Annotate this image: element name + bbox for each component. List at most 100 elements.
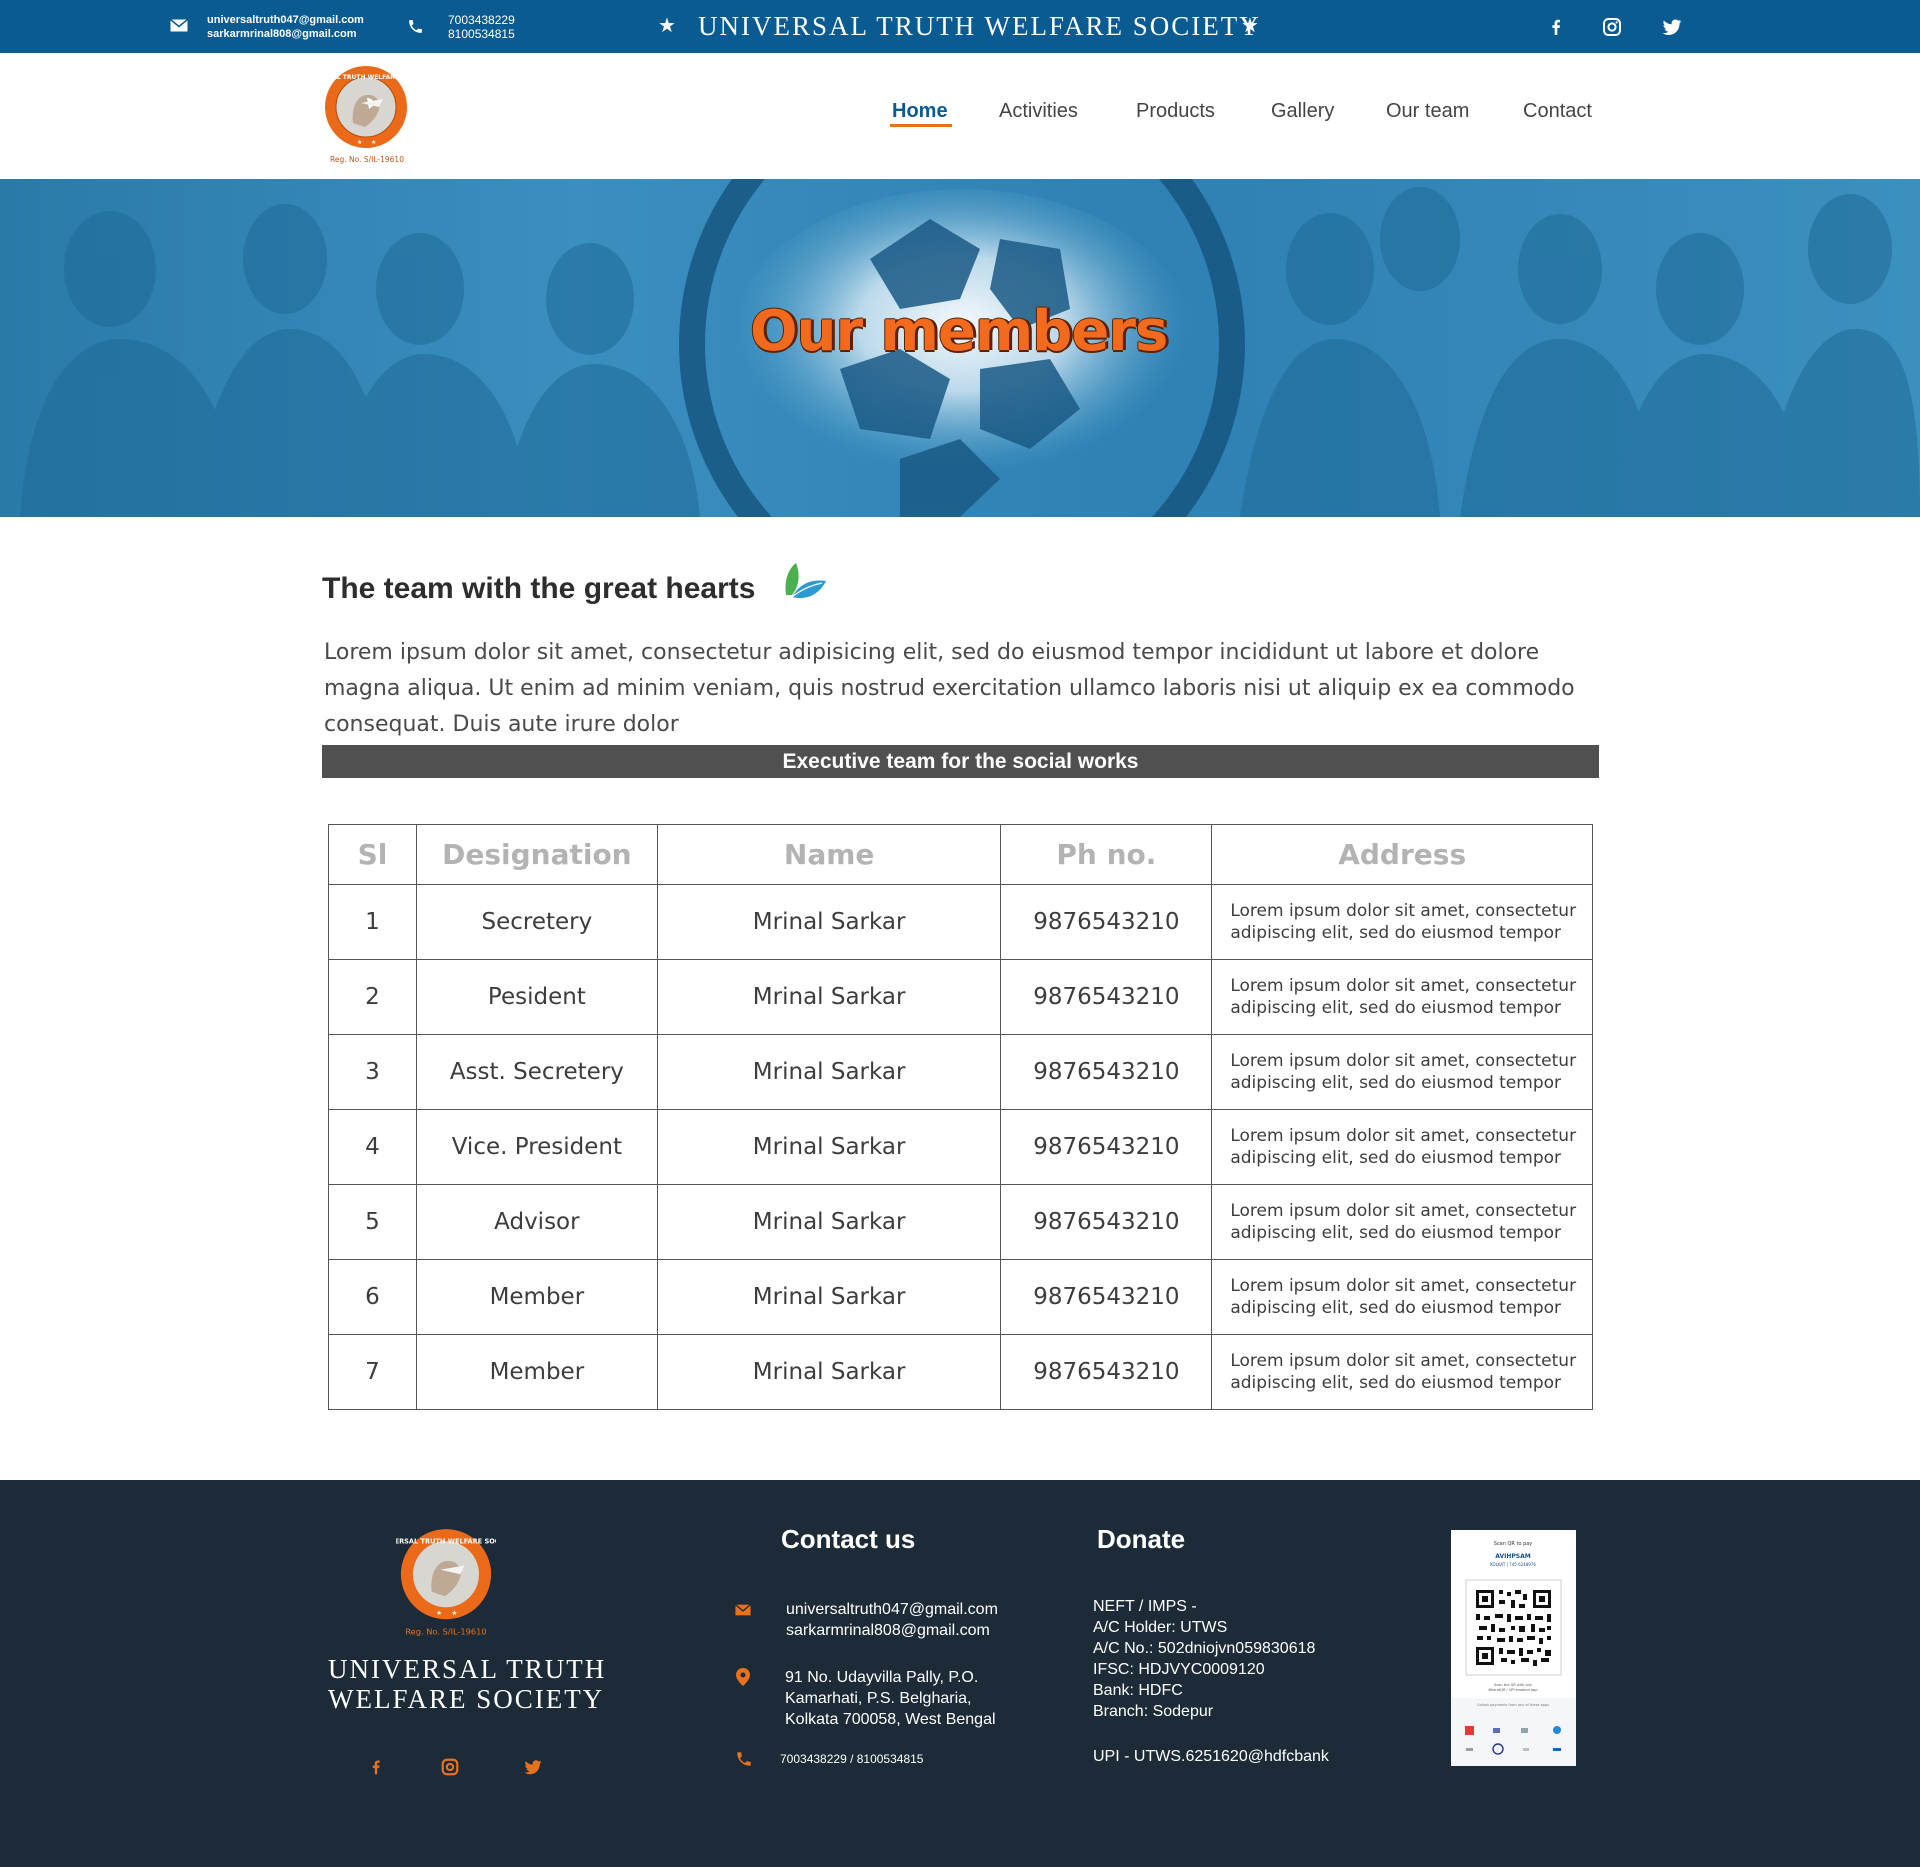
site-footer: UNIVERSAL TRUTH WELFARE SOCIETY ★ ★ Reg.… xyxy=(0,1480,1920,1867)
footer-instagram-icon[interactable] xyxy=(440,1757,460,1777)
cell-designation: Asst. Secretery xyxy=(415,1034,658,1110)
cell-sl: 1 xyxy=(328,884,417,960)
cell-address: Lorem ipsum dolor sit amet, consectetur … xyxy=(1211,884,1593,960)
instagram-icon[interactable] xyxy=(1601,16,1623,38)
star-icon: ★ xyxy=(1241,15,1259,37)
topbar-phone-1[interactable]: 7003438229 xyxy=(448,13,515,27)
cell-phone: 9876543210 xyxy=(1000,959,1213,1035)
topbar-email-2[interactable]: sarkarmrinal808@gmail.com xyxy=(207,27,364,41)
address-line-3: Kolkata 700058, West Bengal xyxy=(785,1711,996,1728)
nav-our-team[interactable]: Our team xyxy=(1386,100,1469,123)
footer-org-line-2: WELFARE SOCIETY xyxy=(328,1684,605,1714)
qr-hint-line-2: BharatQR / UPI enabled app xyxy=(1489,1688,1539,1692)
qr-payee: AVIHPSAM xyxy=(1495,1553,1530,1560)
header-address: Address xyxy=(1211,824,1593,885)
nav-home[interactable]: Home xyxy=(892,100,948,123)
bank-line: A/C Holder: UTWS xyxy=(1093,1619,1228,1636)
address-line-2: Kamarhati, P.S. Belgharia, xyxy=(785,1690,972,1707)
topbar-phone-2[interactable]: 8100534815 xyxy=(448,27,515,41)
logo-reg-number: Reg. No. S/IL-19610 xyxy=(330,155,404,164)
cell-address: Lorem ipsum dolor sit amet, consectetur … xyxy=(1211,1259,1593,1335)
cell-name: Mrinal Sarkar xyxy=(656,884,1002,960)
leaf-icon xyxy=(785,563,826,599)
table-row: 1 Secretery Mrinal Sarkar 9876543210 Lor… xyxy=(328,884,1593,960)
bank-line: Bank: HDFC xyxy=(1093,1682,1183,1699)
nav-products[interactable]: Products xyxy=(1136,100,1215,123)
cell-name: Mrinal Sarkar xyxy=(656,1109,1002,1185)
footer-phones[interactable]: 7003438229 / 8100534815 xyxy=(780,1752,923,1766)
email-icon xyxy=(170,19,188,32)
upi-id[interactable]: UPI - UTWS.6251620@hdfcbank xyxy=(1093,1746,1329,1767)
footer-contact-heading: Contact us xyxy=(781,1524,916,1554)
site-title: UNIVERSAL TRUTH WELFARE SOCIETY xyxy=(698,11,1261,41)
cell-phone: 9876543210 xyxy=(1000,1184,1213,1260)
footer-emails[interactable]: universaltruth047@gmail.com sarkarmrinal… xyxy=(786,1599,998,1641)
footer-email-1[interactable]: universaltruth047@gmail.com xyxy=(786,1599,998,1620)
cell-address: Lorem ipsum dolor sit amet, consectetur … xyxy=(1211,1034,1593,1110)
qr-scan-label: Scan QR to pay xyxy=(1494,1541,1533,1547)
topbar-emails[interactable]: universaltruth047@gmail.com sarkarmrinal… xyxy=(207,13,364,41)
footer-phone-icon xyxy=(737,1752,751,1766)
cell-name: Mrinal Sarkar xyxy=(656,1184,1002,1260)
footer-email-icon xyxy=(735,1604,751,1616)
cell-sl: 3 xyxy=(328,1034,417,1110)
cell-phone: 9876543210 xyxy=(1000,1334,1213,1410)
nav-active-underline xyxy=(890,124,952,127)
cell-designation: Pesident xyxy=(415,959,658,1035)
table-row: 5 Advisor Mrinal Sarkar 9876543210 Lorem… xyxy=(328,1184,1593,1260)
cell-name: Mrinal Sarkar xyxy=(656,1334,1002,1410)
cell-phone: 9876543210 xyxy=(1000,1034,1213,1110)
topbar-email-1[interactable]: universaltruth047@gmail.com xyxy=(207,13,364,27)
nav-activities[interactable]: Activities xyxy=(999,100,1078,123)
bank-line: Branch: Sodepur xyxy=(1093,1703,1214,1720)
location-pin-icon xyxy=(736,1668,750,1686)
main-navbar: UNIVERSAL TRUTH WELFARE SOCIETY ★ ★ Reg.… xyxy=(0,53,1920,179)
executive-team-heading: Executive team for the social works xyxy=(322,745,1599,778)
footer-logo[interactable]: UNIVERSAL TRUTH WELFARE SOCIETY ★ ★ Reg.… xyxy=(396,1528,496,1638)
cell-address: Lorem ipsum dolor sit amet, consectetur … xyxy=(1211,1109,1593,1185)
table-row: 2 Pesident Mrinal Sarkar 9876543210 Lore… xyxy=(328,959,1593,1035)
footer-logo-ring-text: UNIVERSAL TRUTH WELFARE SOCIETY xyxy=(396,1537,496,1545)
footer-org-name: UNIVERSAL TRUTH WELFARE SOCIETY xyxy=(328,1654,606,1714)
cell-address: Lorem ipsum dolor sit amet, consectetur … xyxy=(1211,959,1593,1035)
twitter-icon[interactable] xyxy=(1661,16,1683,38)
footer-logo-reg-number: Reg. No. S/IL-19610 xyxy=(405,1627,486,1637)
footer-email-2[interactable]: sarkarmrinal808@gmail.com xyxy=(786,1620,998,1641)
footer-address: 91 No. Udayvilla Pally, P.O. Kamarhati, … xyxy=(785,1667,996,1730)
cell-sl: 2 xyxy=(328,959,417,1035)
top-bar: universaltruth047@gmail.com sarkarmrinal… xyxy=(0,0,1920,53)
header-phone: Ph no. xyxy=(1000,824,1213,885)
footer-donate-heading: Donate xyxy=(1097,1524,1186,1554)
cell-name: Mrinal Sarkar xyxy=(656,1034,1002,1110)
logo-ring-text: UNIVERSAL TRUTH WELFARE SOCIETY xyxy=(323,74,413,81)
cell-name: Mrinal Sarkar xyxy=(656,959,1002,1035)
nav-gallery[interactable]: Gallery xyxy=(1271,100,1334,123)
table-row: 6 Member Mrinal Sarkar 9876543210 Lorem … xyxy=(328,1259,1593,1335)
table-row: 3 Asst. Secretery Mrinal Sarkar 98765432… xyxy=(328,1034,1593,1110)
topbar-phones[interactable]: 7003438229 8100534815 xyxy=(448,13,515,41)
footer-org-line-1: UNIVERSAL TRUTH xyxy=(328,1654,607,1684)
header-designation: Designation xyxy=(415,824,658,885)
footer-twitter-icon[interactable] xyxy=(523,1757,543,1777)
qr-city: KOLKAT | 745 6248976 xyxy=(1490,1562,1536,1567)
society-logo[interactable]: UNIVERSAL TRUTH WELFARE SOCIETY ★ ★ Reg.… xyxy=(323,65,413,165)
svg-text:★: ★ xyxy=(452,1610,458,1617)
table-row: 4 Vice. President Mrinal Sarkar 98765432… xyxy=(328,1109,1593,1185)
cell-phone: 9876543210 xyxy=(1000,1109,1213,1185)
facebook-icon[interactable] xyxy=(1545,16,1567,38)
cell-sl: 5 xyxy=(328,1184,417,1260)
cell-sl: 4 xyxy=(328,1109,417,1185)
section-title: The team with the great hearts xyxy=(322,572,756,605)
intro-paragraph: Lorem ipsum dolor sit amet, consectetur … xyxy=(324,640,1575,737)
hero-title: Our members xyxy=(750,299,1168,364)
table-row: 7 Member Mrinal Sarkar 9876543210 Lorem … xyxy=(328,1334,1593,1410)
cell-designation: Member xyxy=(415,1259,658,1335)
hero-banner: Our members xyxy=(0,179,1920,517)
cell-sl: 6 xyxy=(328,1259,417,1335)
nav-contact[interactable]: Contact xyxy=(1523,100,1592,123)
svg-text:★: ★ xyxy=(436,1610,442,1617)
members-table: Sl Designation Name Ph no. Address 1 Sec… xyxy=(328,824,1593,1410)
payment-qr-card[interactable]: Scan QR to pay AVIHPSAM KOLKAT | 745 624… xyxy=(1451,1530,1576,1766)
footer-facebook-icon[interactable] xyxy=(366,1757,386,1777)
bank-line: IFSC: HDJVYC0009120 xyxy=(1093,1661,1265,1678)
